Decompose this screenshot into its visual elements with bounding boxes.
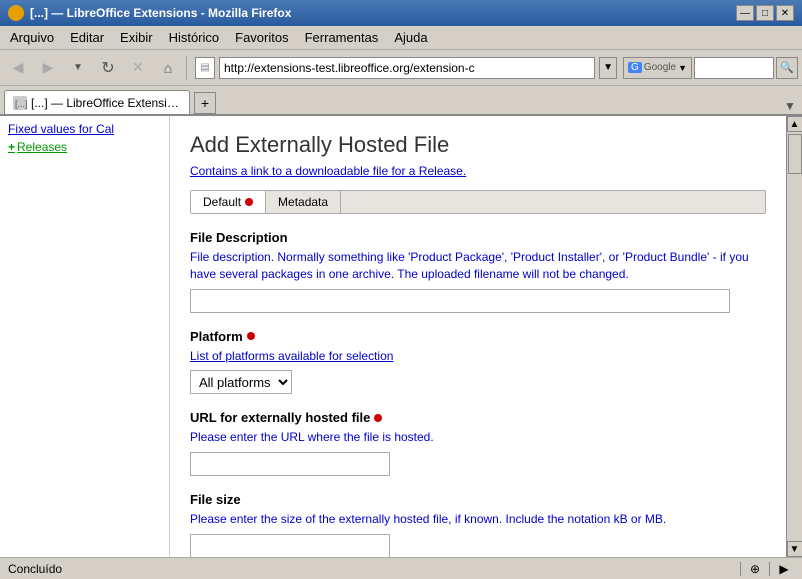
window-title: [...] — LibreOffice Extensions - Mozilla… <box>30 6 291 20</box>
scrollbar-down-button[interactable]: ▼ <box>787 541 802 557</box>
url-label: URL for externally hosted file <box>190 410 766 425</box>
url-help: Please enter the URL where the file is h… <box>190 429 766 446</box>
tab-metadata-label: Metadata <box>278 195 328 209</box>
menu-exibir[interactable]: Exibir <box>114 28 159 47</box>
tab-default[interactable]: Default <box>191 191 266 213</box>
menubar: Arquivo Editar Exibir Histórico Favorito… <box>0 26 802 50</box>
home-button[interactable]: ⌂ <box>154 54 182 82</box>
platform-required-indicator <box>247 332 255 340</box>
sidebar-link-releases[interactable]: +Releases <box>0 138 169 156</box>
search-bar: G Google ▼ 🔍 <box>623 57 798 79</box>
file-size-input[interactable] <box>190 534 390 557</box>
maximize-button[interactable]: □ <box>756 5 774 21</box>
active-tab[interactable]: [...] [...] — LibreOffice Extensions <box>4 90 190 114</box>
platform-help: List of platforms available for selectio… <box>190 348 766 365</box>
platform-label: Platform <box>190 329 766 344</box>
scrollbar-up-button[interactable]: ▲ <box>787 116 802 132</box>
url-input[interactable] <box>219 57 595 79</box>
new-tab-button[interactable]: + <box>194 92 216 114</box>
window-controls: — □ ✕ <box>736 5 794 21</box>
form-tabs: Default Metadata <box>190 190 766 214</box>
reload-button[interactable]: ↻ <box>94 54 122 82</box>
page-icon: ▤ <box>195 57 215 79</box>
svg-text:[...]: [...] <box>15 99 27 109</box>
subtitle-link[interactable]: Contains a link to a downloadable file f… <box>190 164 466 178</box>
close-button[interactable]: ✕ <box>776 5 794 21</box>
address-bar: ▤ ▼ <box>195 57 617 79</box>
platform-help-link[interactable]: List of platforms available for selectio… <box>190 349 393 363</box>
menu-ajuda[interactable]: Ajuda <box>388 28 433 47</box>
toolbar-separator <box>186 56 187 80</box>
field-group-platform: Platform List of platforms available for… <box>190 329 766 395</box>
menu-historico[interactable]: Histórico <box>163 28 226 47</box>
tab-scroll-button[interactable]: ▼ <box>782 98 798 114</box>
sidebar-link-fixed-values[interactable]: Fixed values for Cal <box>0 120 169 138</box>
tab-metadata[interactable]: Metadata <box>266 191 341 213</box>
browser-viewport: Fixed values for Cal +Releases Add Exter… <box>0 116 802 557</box>
history-dropdown-button[interactable]: ▼ <box>64 54 92 82</box>
stop-button[interactable]: ✕ <box>124 54 152 82</box>
minimize-button[interactable]: — <box>736 5 754 21</box>
search-engine-label: Google <box>644 62 676 73</box>
field-group-url: URL for externally hosted file Please en… <box>190 410 766 476</box>
statusbar-scroll-button[interactable]: ▶ <box>774 560 794 578</box>
statusbar-separator-1 <box>740 562 741 576</box>
page-subtitle: Contains a link to a downloadable file f… <box>190 164 766 178</box>
navigation-toolbar: ◀ ▶ ▼ ↻ ✕ ⌂ ▤ ▼ G Google ▼ 🔍 <box>0 50 802 86</box>
tab-bar: [...] [...] — LibreOffice Extensions + ▼ <box>0 86 802 116</box>
url-required-indicator <box>374 414 382 422</box>
browser-icon <box>8 5 24 21</box>
menu-arquivo[interactable]: Arquivo <box>4 28 60 47</box>
platform-select[interactable]: All platforms <box>190 370 292 394</box>
menu-editar[interactable]: Editar <box>64 28 110 47</box>
page-title: Add Externally Hosted File <box>190 132 766 158</box>
field-group-file-size: File size Please enter the size of the e… <box>190 492 766 557</box>
statusbar-icon-1[interactable]: ⊕ <box>745 560 765 578</box>
file-description-input[interactable] <box>190 289 730 313</box>
statusbar-separator-2 <box>769 562 770 576</box>
url-dropdown-button[interactable]: ▼ <box>599 57 617 79</box>
file-description-help: File description. Normally something lik… <box>190 249 766 283</box>
menu-favoritos[interactable]: Favoritos <box>229 28 294 47</box>
statusbar: Concluído ⊕ ▶ <box>0 557 802 579</box>
file-size-help: Please enter the size of the externally … <box>190 511 766 528</box>
scrollbar: ▲ ▼ <box>786 116 802 557</box>
statusbar-right: ⊕ ▶ <box>736 560 794 578</box>
file-size-label: File size <box>190 492 766 507</box>
menu-ferramentas[interactable]: Ferramentas <box>299 28 385 47</box>
url-input-field[interactable] <box>190 452 390 476</box>
sidebar: Fixed values for Cal +Releases <box>0 116 170 557</box>
tab-favicon: [...] <box>13 96 27 110</box>
sidebar-releases-label: Releases <box>17 140 67 154</box>
forward-button[interactable]: ▶ <box>34 54 62 82</box>
titlebar: [...] — LibreOffice Extensions - Mozilla… <box>0 0 802 26</box>
tab-title: [...] — LibreOffice Extensions <box>31 96 181 110</box>
search-go-button[interactable]: 🔍 <box>776 57 798 79</box>
back-button[interactable]: ◀ <box>4 54 32 82</box>
search-input[interactable] <box>694 57 774 79</box>
tab-default-required-indicator <box>245 198 253 206</box>
scrollbar-thumb[interactable] <box>788 134 802 174</box>
page-content: Add Externally Hosted File Contains a li… <box>170 116 786 557</box>
tab-default-label: Default <box>203 195 241 209</box>
file-description-label: File Description <box>190 230 766 245</box>
search-engine-button[interactable]: G Google ▼ <box>623 57 692 79</box>
status-text: Concluído <box>8 562 736 576</box>
field-group-file-description: File Description File description. Norma… <box>190 230 766 313</box>
